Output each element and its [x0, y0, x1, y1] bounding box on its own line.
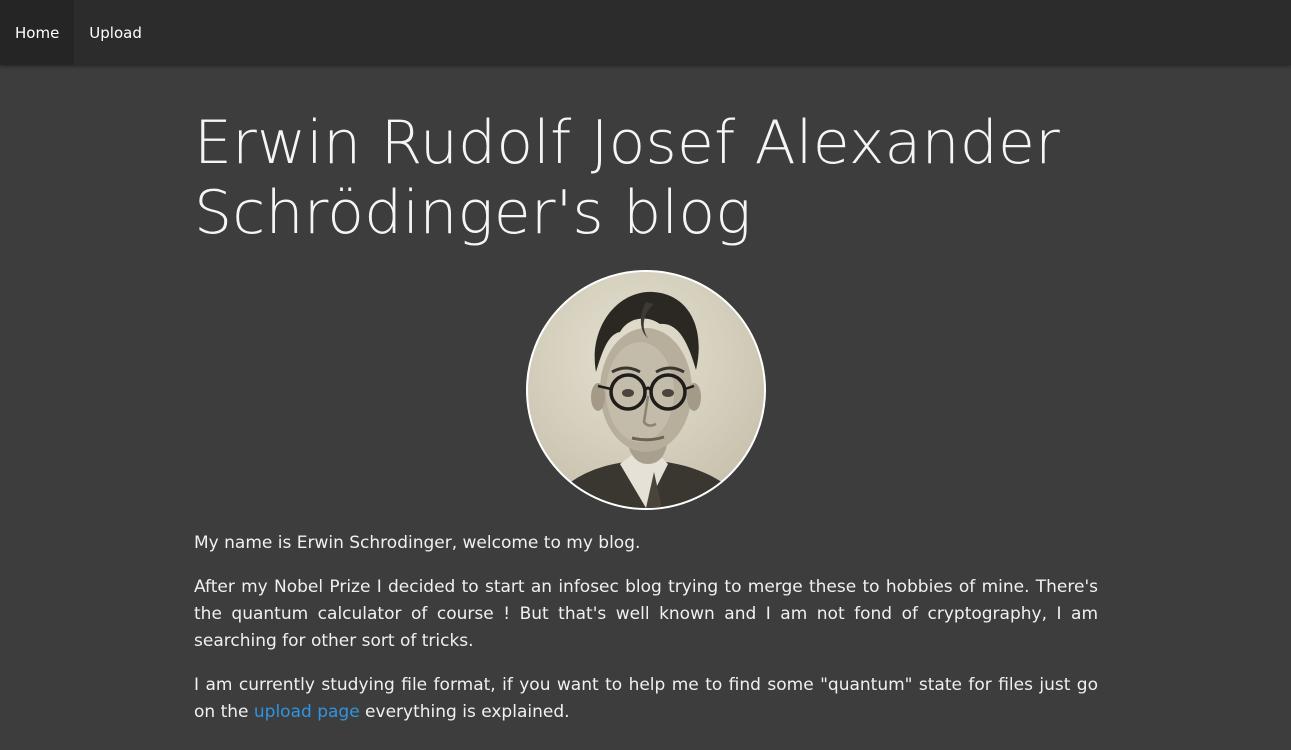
- intro-paragraph-3: I am currently studying file format, if …: [194, 672, 1098, 726]
- intro-paragraph-1: My name is Erwin Schrodinger, welcome to…: [194, 533, 641, 553]
- top-navbar: Home Upload: [0, 0, 1291, 65]
- main-content: Erwin Rudolf Josef Alexander Schrödinger…: [194, 108, 1098, 743]
- upload-page-link[interactable]: upload page: [254, 702, 360, 722]
- portrait-image: [548, 291, 748, 508]
- paragraph-3-text-after: everything is explained.: [359, 702, 570, 722]
- avatar-container: [194, 270, 1098, 510]
- nav-home-link[interactable]: Home: [0, 0, 75, 65]
- intro-text: My name is Erwin Schrodinger, welcome to…: [194, 530, 1098, 726]
- profile-photo: [526, 270, 766, 510]
- intro-paragraph-2: After my Nobel Prize I decided to start …: [194, 577, 1098, 651]
- nav-upload-link[interactable]: Upload: [74, 0, 157, 65]
- page-title: Erwin Rudolf Josef Alexander Schrödinger…: [194, 108, 1061, 248]
